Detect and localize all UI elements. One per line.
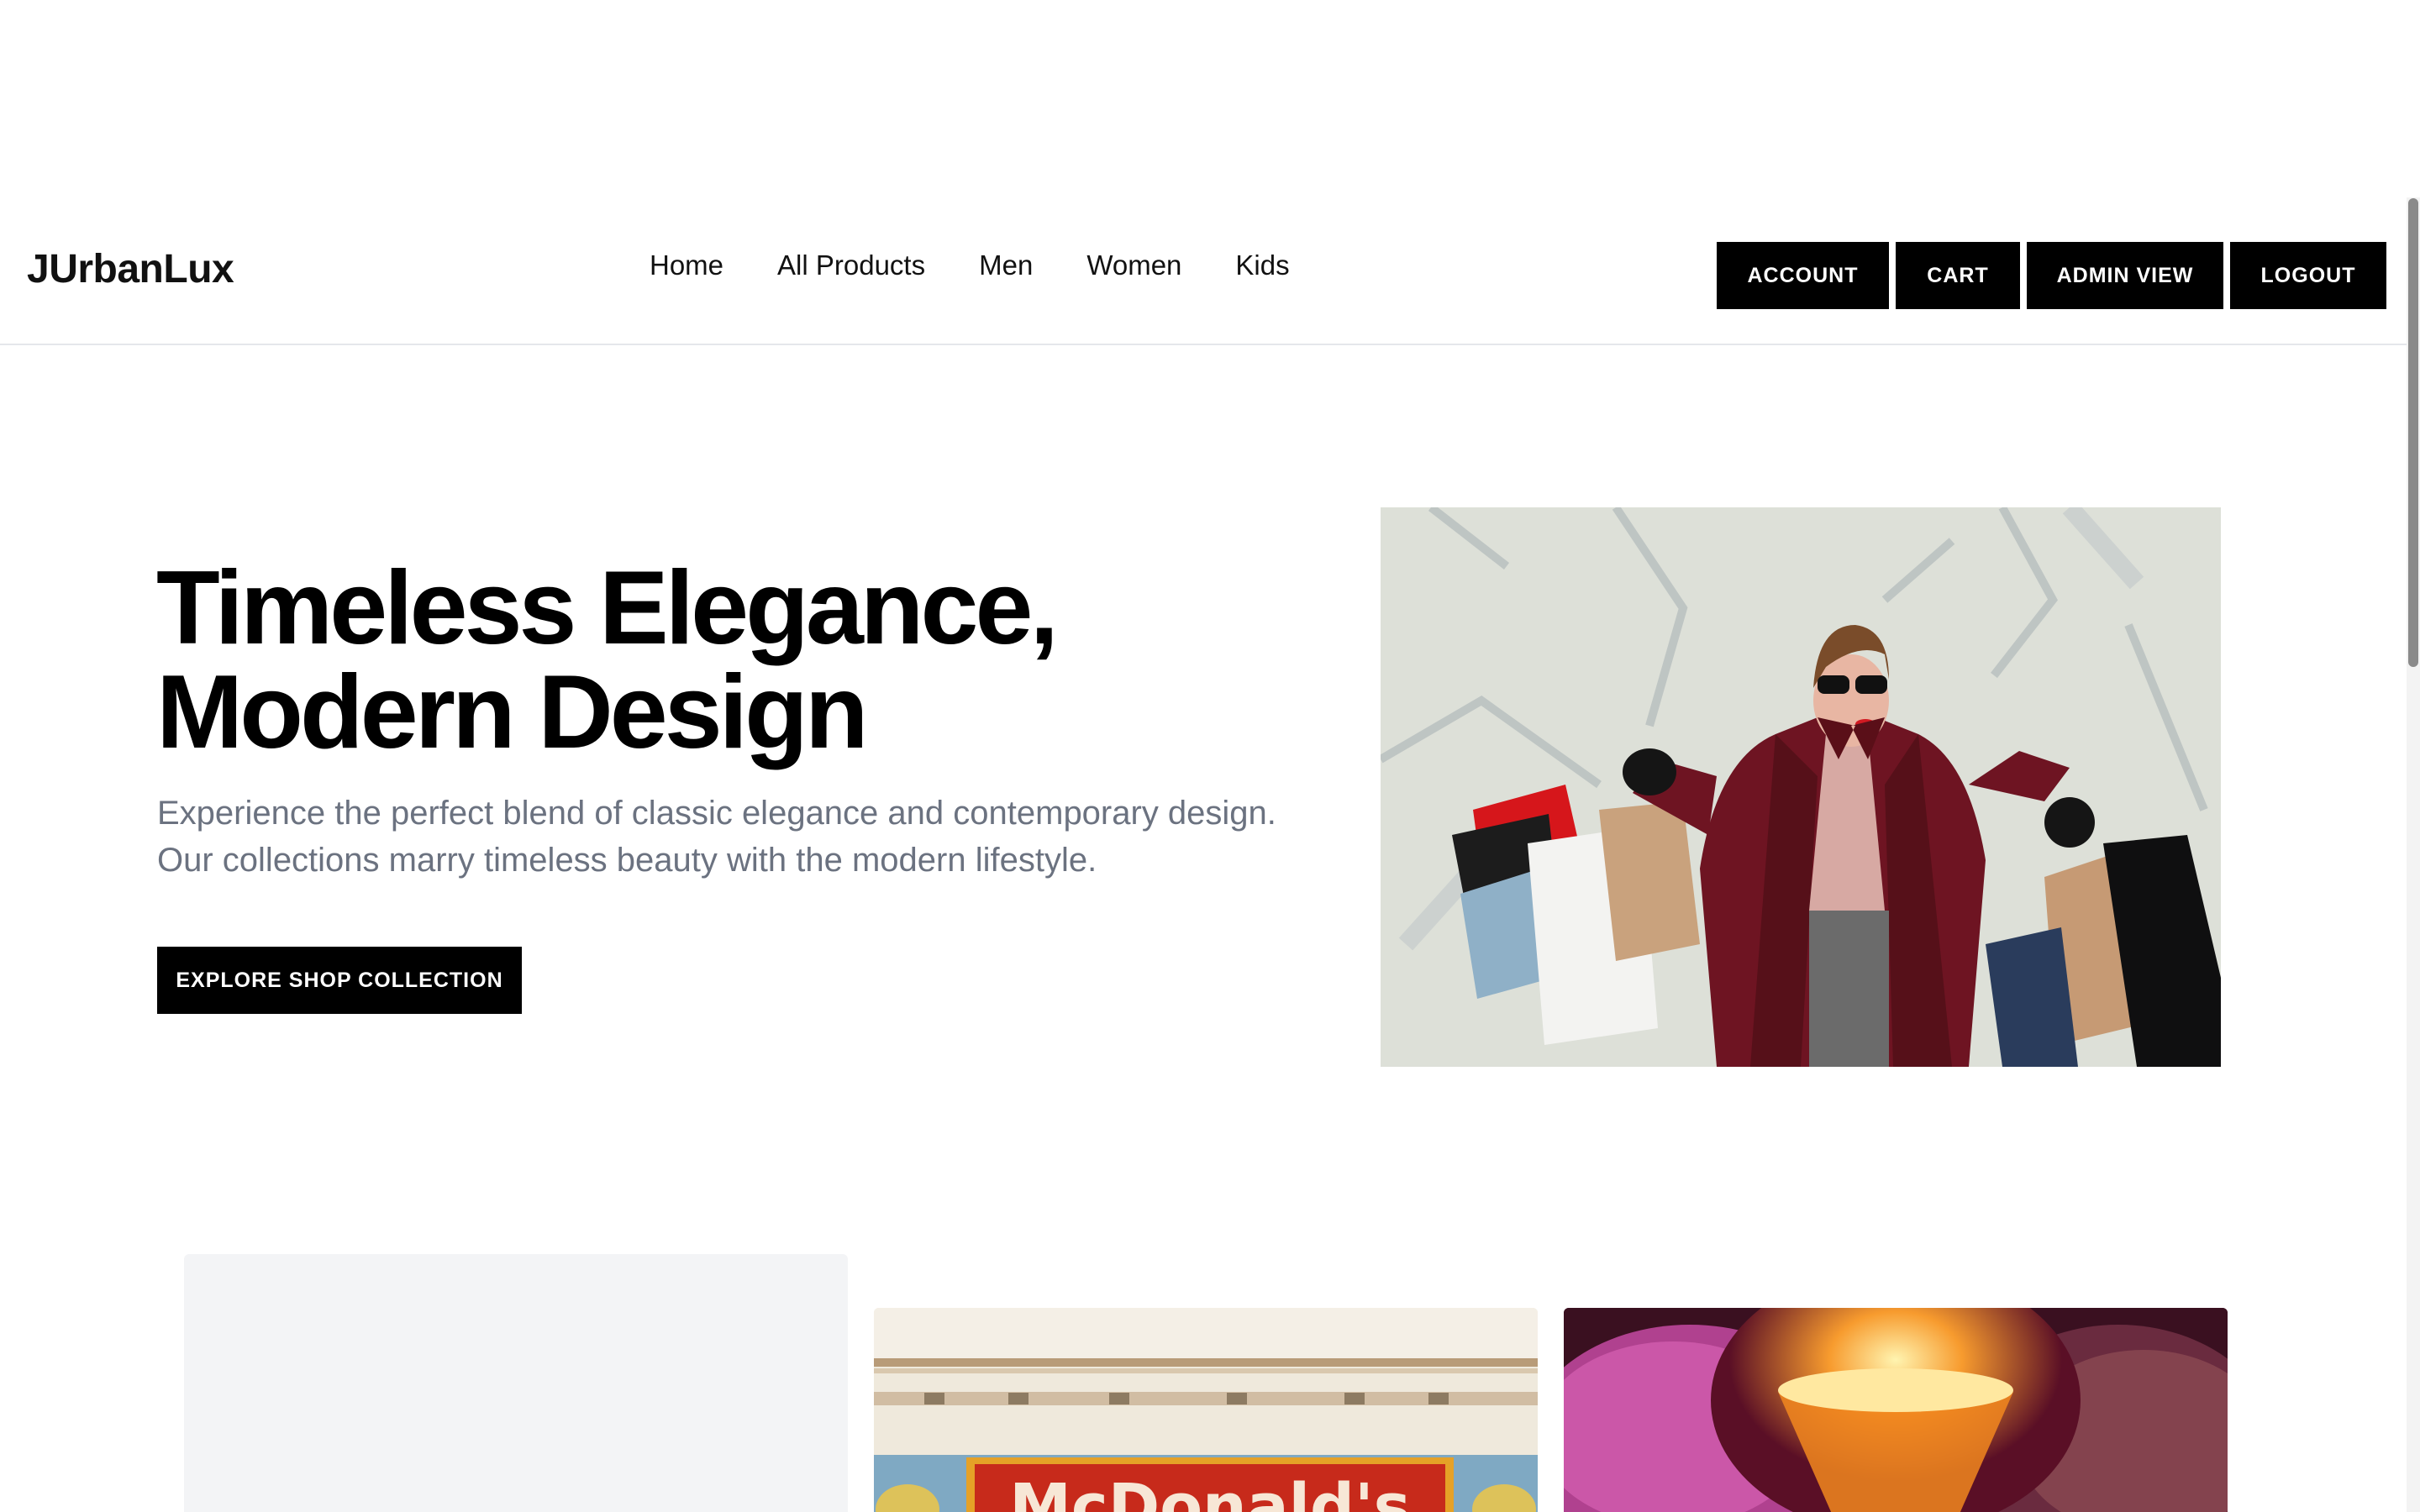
account-button[interactable]: ACCOUNT <box>1717 242 1889 309</box>
brand-logo[interactable]: JUrbanLux <box>27 246 234 292</box>
nav-item-kids[interactable]: Kids <box>1235 249 1289 281</box>
hero-image <box>1381 507 2221 1067</box>
collection-card-2[interactable]: McDonald's <box>874 1308 1538 1512</box>
header-actions: ACCOUNT CART ADMIN VIEW LOGOUT <box>1717 242 2386 309</box>
explore-shop-collection-button[interactable]: EXPLORE SHOP COLLECTION <box>157 947 522 1014</box>
page: JUrbanLux Home All Products Men Women Ki… <box>0 0 2420 1512</box>
nav-item-home[interactable]: Home <box>650 249 723 281</box>
mcdonalds-sign-text: McDonald's <box>1009 1471 1410 1512</box>
logout-button[interactable]: LOGOUT <box>2230 242 2386 309</box>
nav-item-men[interactable]: Men <box>979 249 1033 281</box>
woman-shopping-bags-photo-icon <box>1381 507 2221 1067</box>
hero-title-line-1: Timeless Elegance, <box>156 550 1059 666</box>
hero-subtitle: Experience the perfect blend of classic … <box>157 795 1276 879</box>
admin-view-button[interactable]: ADMIN VIEW <box>2027 242 2223 309</box>
collection-card-3[interactable] <box>1564 1308 2228 1512</box>
nav-item-women[interactable]: Women <box>1086 249 1181 281</box>
glowing-lamp-photo-icon <box>1564 1308 2228 1512</box>
hero-title: Timeless Elegance, Modern Design <box>156 556 1333 764</box>
cart-button[interactable]: CART <box>1896 242 2020 309</box>
nav-item-all-products[interactable]: All Products <box>777 249 925 281</box>
hero-title-line-2: Modern Design <box>156 654 869 770</box>
top-blank-area <box>0 0 2420 197</box>
collection-card-placeholder[interactable] <box>184 1254 848 1512</box>
mcdonalds-storefront-photo-icon: McDonald's <box>874 1308 1538 1512</box>
main-nav: Home All Products Men Women Kids <box>650 249 1290 281</box>
site-header: JUrbanLux Home All Products Men Women Ki… <box>0 197 2407 345</box>
scrollbar-thumb[interactable] <box>2408 198 2418 667</box>
